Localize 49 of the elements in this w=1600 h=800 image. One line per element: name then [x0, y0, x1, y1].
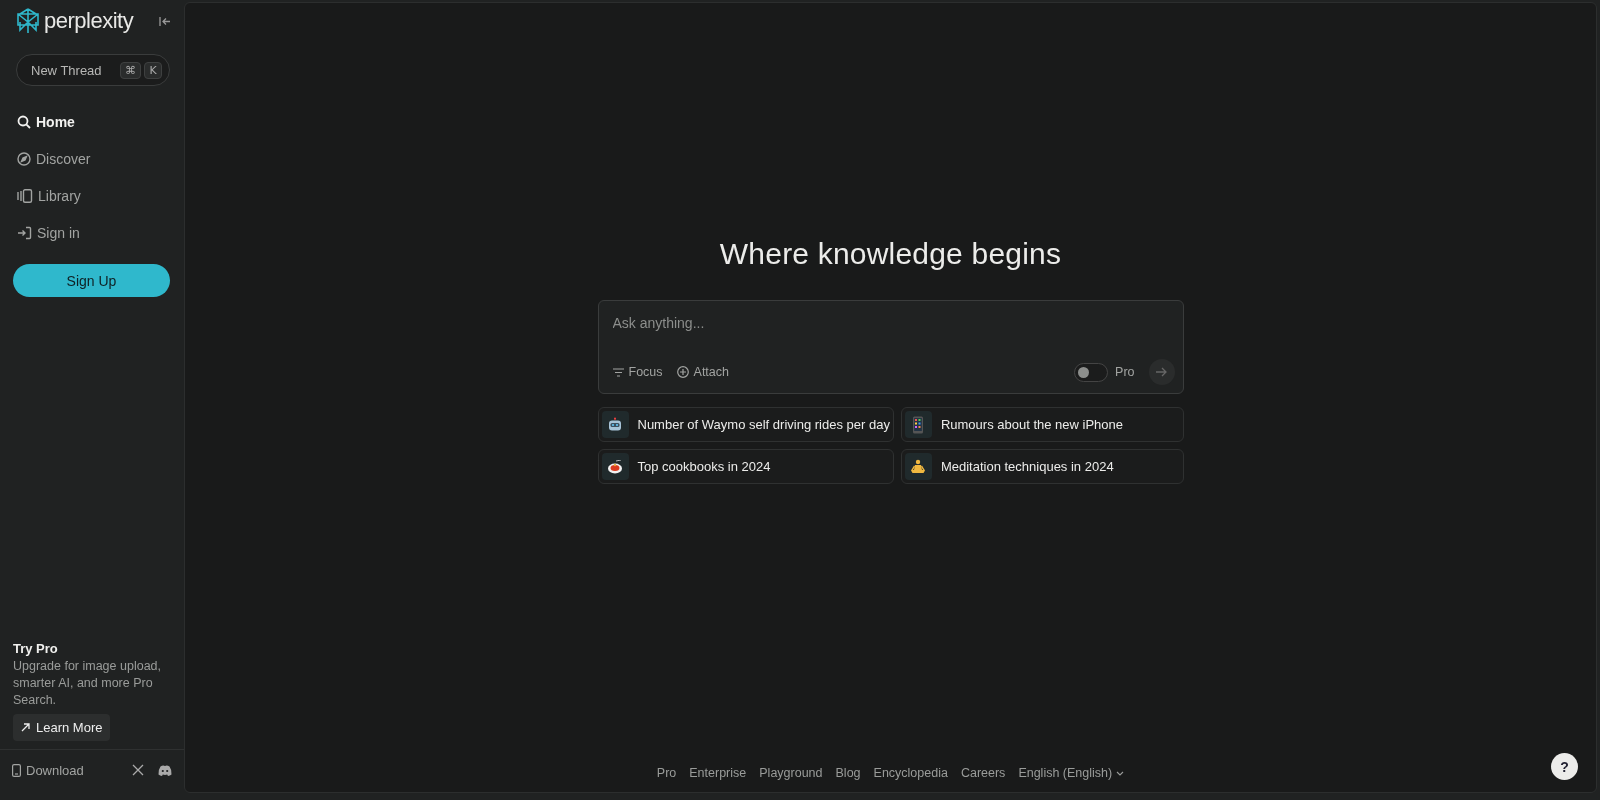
promo-title: Try Pro — [13, 641, 59, 656]
nav-item[interactable]: Discover — [17, 140, 91, 177]
focus-button[interactable]: Focus — [612, 365, 663, 379]
learn-more-button[interactable]: Learn More — [13, 714, 111, 741]
sign-up-button[interactable]: Sign Up — [13, 264, 170, 297]
keyboard-key: ⌘ — [120, 61, 141, 79]
promo-text: Upgrade for image upload, smarter AI, and more Pro Search. — [13, 658, 162, 709]
language-selector[interactable]: English (English) — [1018, 766, 1125, 780]
arrow-up-right-icon — [21, 723, 30, 732]
logo-icon — [16, 8, 40, 34]
nav-item[interactable]: Sign in — [17, 214, 80, 251]
download-button[interactable]: Download — [12, 762, 84, 778]
suggestion-button[interactable]: Rumours about the new iPhone — [900, 407, 1184, 442]
search-icon — [17, 114, 31, 129]
plus-circle-icon — [676, 366, 689, 378]
phone-icon — [912, 415, 925, 434]
nav-item[interactable]: Home — [17, 103, 75, 140]
filter-icon — [612, 367, 624, 377]
suggestion-button[interactable]: Meditation techniques in 2024 — [900, 449, 1184, 484]
help-button[interactable]: ? — [1551, 753, 1578, 780]
page-heading: Where knowledge begins — [719, 237, 1062, 271]
search-box[interactable]: Ask anything... Focus Attach Pro — [597, 300, 1184, 394]
chevron-down-icon — [1116, 770, 1125, 776]
pro-toggle[interactable] — [1074, 362, 1109, 382]
collapse-sidebar-button[interactable] — [159, 15, 171, 27]
x-logo-icon[interactable] — [132, 764, 144, 776]
dish-icon — [607, 459, 623, 474]
pro-label: Pro — [1115, 365, 1135, 379]
footer-link[interactable]: Pro — [656, 766, 677, 780]
phone-icon — [12, 763, 21, 777]
robot-icon — [607, 416, 623, 433]
meditation-icon — [910, 458, 927, 475]
attach-button[interactable]: Attach — [676, 365, 729, 379]
footer-link[interactable]: Playground — [759, 766, 823, 780]
footer-link[interactable]: Blog — [835, 766, 861, 780]
compass-icon — [17, 151, 31, 166]
keyboard-key: K — [144, 61, 162, 79]
footer-link[interactable]: Enterprise — [689, 766, 747, 780]
library-icon — [17, 188, 33, 203]
discord-icon[interactable] — [158, 764, 172, 776]
footer-link[interactable]: Careers — [960, 766, 1006, 780]
logo-text: perplexity — [44, 8, 134, 34]
sign-in-icon — [17, 225, 32, 240]
arrow-right-icon — [1156, 367, 1167, 377]
suggestion-button[interactable]: Number of Waymo self driving rides per day — [597, 407, 894, 442]
suggestion-button[interactable]: Top cookbooks in 2024 — [597, 449, 894, 484]
new-thread-button[interactable]: New Thread ⌘ K — [16, 54, 170, 86]
nav-item[interactable]: Library — [17, 177, 81, 214]
footer-link[interactable]: Encyclopedia — [873, 766, 948, 780]
